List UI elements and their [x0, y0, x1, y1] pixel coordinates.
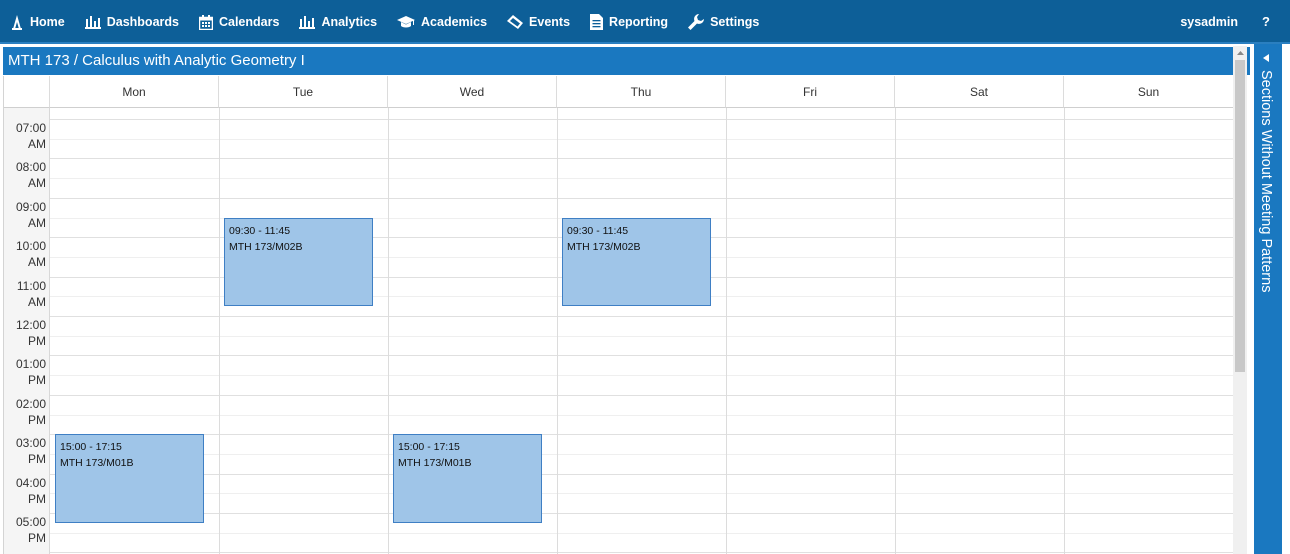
half-hour-line — [50, 138, 1234, 140]
caret-up-icon — [1236, 51, 1244, 55]
hour-line — [50, 513, 1234, 514]
time-label: 01:00 PM — [15, 357, 46, 388]
hour-line — [50, 434, 1234, 436]
help-button[interactable]: ? — [1262, 0, 1270, 44]
event-section: MTH 173/M01B — [398, 457, 472, 470]
ticket-icon — [507, 15, 524, 29]
time-gutter: 07:00 AM 08:00 AM 09:00 AM 10:00 AM 11:00 AM 12:00… — [4, 108, 50, 554]
calendar-body[interactable]: 07:00 AM 08:00 AM 09:00 AM 10:00 AM 11:00 AM 12:00… — [4, 108, 1234, 554]
hour-line — [50, 316, 1234, 317]
event-time: 15:00 - 17:15 — [398, 441, 460, 454]
page-title: MTH 173 / Calculus with Analytic Geometr… — [3, 47, 1250, 75]
nav-home-label: Home — [30, 15, 65, 29]
nav-reporting[interactable]: Reporting — [590, 14, 668, 30]
half-hour-line — [50, 375, 1234, 377]
collapse-arrow-icon[interactable] — [1263, 54, 1269, 62]
nav-settings[interactable]: Settings — [688, 14, 759, 30]
half-hour-line — [50, 178, 1234, 180]
nav-settings-label: Settings — [710, 15, 760, 29]
calendar-icon — [198, 14, 213, 30]
time-label: 04:00 PM — [15, 475, 46, 506]
day-column-divider — [557, 108, 558, 554]
user-menu[interactable]: sysadmin — [1180, 0, 1238, 44]
top-navigation-bar: Home Dashboards Calendars Analytics Acad… — [0, 0, 1290, 44]
nav-events-label: Events — [529, 15, 571, 29]
hour-line — [50, 197, 1234, 199]
nav-analytics[interactable]: Analytics — [299, 15, 377, 29]
home-icon — [12, 15, 22, 30]
day-header-sat: Sat — [895, 76, 1064, 108]
nav-dashboards-label: Dashboards — [106, 15, 179, 29]
calendar-event[interactable]: 09:30 - 11:45 MTH 173/M02B — [562, 217, 711, 307]
time-label: 07:00 AM — [15, 121, 46, 151]
nav-calendars[interactable]: Calendars — [198, 14, 280, 30]
nav-reporting-label: Reporting — [609, 15, 669, 29]
half-hour-line — [50, 414, 1234, 416]
day-header-fri: Fri — [726, 76, 895, 108]
scroll-thumb[interactable] — [1235, 60, 1245, 372]
sections-without-meeting-patterns-panel[interactable]: Sections Without Meeting Patterns — [1254, 44, 1282, 554]
calendar-event[interactable]: 09:30 - 11:45 MTH 173/M02B — [224, 217, 373, 307]
event-time: 09:30 - 11:45 — [567, 224, 629, 237]
day-header-thu: Thu — [557, 76, 726, 108]
calendar-event[interactable]: 15:00 - 17:15 MTH 173/M01B — [393, 434, 542, 523]
nav-academics-label: Academics — [421, 15, 488, 29]
event-section: MTH 173/M01B — [60, 457, 134, 470]
graduation-cap-icon — [397, 16, 416, 28]
event-section: MTH 173/M02B — [567, 240, 641, 253]
day-column-divider — [1064, 108, 1065, 554]
event-time: 09:30 - 11:45 — [229, 224, 291, 237]
day-column-divider — [895, 108, 896, 554]
weekly-calendar: Mon Tue Wed Thu Fri Sat Sun 07:00 AM 08:00 AM 09:0… — [3, 76, 1249, 554]
nav-analytics-label: Analytics — [321, 15, 378, 29]
nav-calendars-label: Calendars — [218, 15, 280, 29]
day-header-sun: Sun — [1064, 76, 1234, 108]
main-nav: Home Dashboards Calendars Analytics Acad… — [10, 0, 779, 44]
nav-events[interactable]: Events — [507, 15, 570, 29]
half-hour-line — [50, 532, 1234, 534]
time-label: 05:00 PM — [15, 515, 46, 545]
day-column-divider — [388, 108, 389, 554]
day-header-mon: Mon — [50, 76, 219, 108]
wrench-icon — [688, 14, 705, 30]
half-hour-line — [50, 453, 1234, 455]
day-header-wed: Wed — [388, 76, 557, 108]
hour-line — [50, 119, 1234, 120]
day-column-divider — [726, 108, 727, 554]
calendar-scrollbar[interactable] — [1233, 46, 1247, 554]
document-icon — [590, 14, 604, 30]
hour-line — [50, 394, 1234, 396]
time-label: 12:00 PM — [15, 318, 46, 348]
side-panel-label: Sections Without Meeting Patterns — [1258, 70, 1274, 293]
hour-line — [50, 355, 1234, 357]
half-hour-line — [50, 493, 1234, 495]
nav-home[interactable]: Home — [10, 14, 65, 30]
window-edge — [1282, 44, 1290, 554]
nav-dashboards[interactable]: Dashboards — [84, 15, 179, 29]
event-time: 15:00 - 17:15 — [60, 441, 122, 454]
hour-line — [50, 158, 1234, 160]
scroll-up-arrow[interactable] — [1233, 46, 1247, 60]
hour-line — [50, 473, 1234, 475]
event-section: MTH 173/M02B — [229, 240, 303, 253]
half-hour-line — [50, 335, 1234, 337]
calendar-corner — [4, 76, 50, 108]
nav-academics[interactable]: Academics — [397, 15, 487, 29]
time-label: 03:00 PM — [15, 436, 46, 467]
day-column-divider — [219, 108, 220, 554]
time-label: 09:00 AM — [15, 199, 46, 230]
time-label: 11:00 AM — [16, 278, 46, 309]
calendar-event[interactable]: 15:00 - 17:15 MTH 173/M01B — [55, 434, 204, 523]
day-header-tue: Tue — [219, 76, 388, 108]
time-label: 10:00 AM — [15, 239, 46, 270]
hour-line — [50, 552, 1234, 554]
bar-chart-icon — [84, 16, 101, 29]
bar-chart-icon — [299, 16, 316, 29]
time-label: 02:00 PM — [15, 396, 46, 427]
time-label: 08:00 AM — [15, 160, 46, 191]
